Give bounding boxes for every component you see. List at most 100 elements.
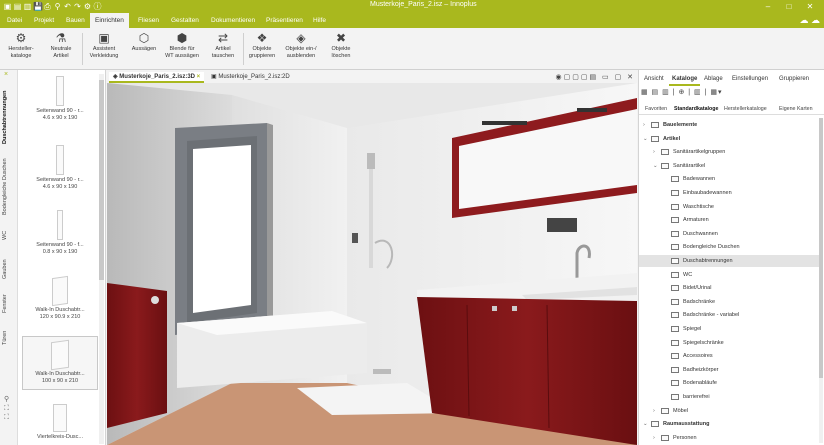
chevron-right-icon[interactable]: › (653, 432, 655, 444)
tree-item[interactable]: › Möbel (639, 405, 819, 417)
assistant-icon: ▣ (98, 31, 110, 45)
subtab-favoriten[interactable]: Favoriten (643, 103, 669, 115)
folder-icon (661, 149, 669, 156)
close-button[interactable]: ✕ (802, 0, 818, 13)
tab-ansicht[interactable]: Ansicht (641, 72, 667, 86)
tab-gruppieren[interactable]: Gruppieren (776, 72, 812, 86)
menu-tab-projekt[interactable]: Projekt (29, 13, 59, 28)
subtab-standardkataloge[interactable]: Standardkataloge (672, 103, 720, 115)
tree-item[interactable]: barrierefrei (639, 391, 819, 403)
redo-icon[interactable]: ↷ (73, 2, 82, 11)
catalog-item-selected[interactable]: Walk-In Duschabtr... 100 x 90 x 210 (22, 336, 98, 390)
manufacturer-catalog-icon: ⚙ (15, 31, 27, 45)
folder-icon (671, 394, 679, 400)
catalog-list-scrollbar[interactable] (99, 74, 104, 444)
menu-tab-bauen[interactable]: Bauen (61, 13, 90, 28)
maximize-button[interactable]: □ (781, 0, 797, 13)
tree-item[interactable]: Bidet/Urinal (639, 282, 819, 294)
show-hide-objects-button[interactable]: ◈ Objekte ein-/ ausblenden (282, 30, 320, 68)
tree-item[interactable]: Spiegelschränke (639, 337, 819, 349)
tree-item[interactable]: Duschabtrennungen (639, 255, 819, 267)
view-options-icon[interactable]: ◉▢▢▢▤ ▭ ▢ ✕ (556, 73, 636, 81)
assistant-panel-button[interactable]: ▣ Assistent Verkleidung (85, 30, 123, 68)
menu-tab-hilfe[interactable]: Hilfe (308, 13, 331, 28)
search-icon[interactable]: ⚲ (53, 2, 62, 11)
cloud-icon[interactable]: ☁ ☁ (799, 15, 820, 26)
subtab-eigene-karten[interactable]: Eigene Karten (777, 103, 815, 115)
vtab-tueren[interactable]: Türen (2, 326, 16, 350)
settings-icon[interactable]: ⚙ (83, 2, 92, 11)
chevron-right-icon[interactable]: › (643, 119, 645, 131)
cutout-button[interactable]: ⬡ Aussägen (125, 30, 163, 68)
tree-item[interactable]: Einbaubadewannen (639, 187, 819, 199)
vtab-duschabtrennungen[interactable]: Duschabtrennungen (2, 82, 16, 152)
chevron-down-icon[interactable]: ⌄ (653, 160, 658, 172)
tree-item[interactable]: Badewannen (639, 173, 819, 185)
tree-item[interactable]: Badheizkörper (639, 364, 819, 376)
doc-tab-3d[interactable]: ◈ Musterkoje_Paris_2.isz:3D × (109, 72, 205, 83)
tree-item[interactable]: Waschtische (639, 201, 819, 213)
minimize-button[interactable]: – (760, 0, 776, 13)
chevron-right-icon[interactable]: › (653, 405, 655, 417)
save-icon[interactable]: 💾 (33, 2, 43, 11)
menu-tab-datei[interactable]: Datei (2, 13, 27, 28)
tree-item[interactable]: ⌄ Artikel (639, 133, 819, 145)
menu-tab-fliesen[interactable]: Fliesen (133, 13, 164, 28)
tree-item[interactable]: ⌄ Raumausstattung (639, 418, 819, 430)
vtab-fenster[interactable]: Fenster (2, 289, 16, 319)
tree-item[interactable]: Badschränke (639, 296, 819, 308)
menu-tab-praesentieren[interactable]: Präsentieren (261, 13, 308, 28)
open-icon[interactable]: ▥ (23, 2, 32, 11)
neutral-articles-button[interactable]: ⚗ Neutrale Artikel (42, 30, 80, 68)
tree-item[interactable]: Armaturen (639, 214, 819, 226)
subtab-herstellerkataloge[interactable]: Herstellerkataloge (722, 103, 769, 115)
group-objects-button[interactable]: ❖ Objekte gruppieren (243, 30, 281, 68)
tab-ablage[interactable]: Ablage (701, 72, 726, 86)
tree-item[interactable]: WC (639, 269, 819, 281)
catalog-item[interactable]: Walk-In Duschabtr... 120 x 90.9 x 210 (22, 273, 98, 333)
tree-item[interactable]: Bodenabläufe (639, 377, 819, 389)
tree-item[interactable]: Bodengleiche Duschen (639, 241, 819, 253)
tree-item[interactable]: Accessoires (639, 350, 819, 362)
close-panel-icon[interactable]: × (4, 71, 8, 78)
manufacturer-catalogs-button[interactable]: ⚙ Hersteller- kataloge (2, 30, 40, 68)
catalog-tree-scrollbar[interactable] (819, 118, 823, 443)
chevron-down-icon[interactable]: ⌄ (643, 418, 648, 430)
menu-tab-gestalten[interactable]: Gestalten (166, 13, 204, 28)
panel-tools-icon[interactable]: ⚲ ⛶ ⛶ (4, 395, 9, 422)
tab-einstellungen[interactable]: Einstellungen (729, 72, 771, 86)
catalog-subtabs: Favoriten Standardkataloge Herstellerkat… (639, 103, 824, 115)
catalog-item[interactable]: Seitenwand 90 - f... 0.8 x 90 x 190 (22, 207, 98, 265)
tree-item[interactable]: › Personen (639, 432, 819, 444)
catalog-toolbar[interactable]: ▦ ▤ ▥ | ⊕ | ▥ | ▦▾ (641, 88, 722, 96)
app-logo-icon[interactable]: ▣ (3, 2, 12, 11)
tree-item[interactable]: Spiegel (639, 323, 819, 335)
print-icon[interactable]: ⎙ (43, 2, 52, 11)
cover-panel-button[interactable]: ⬢ Blende für WT aussägen (163, 30, 201, 68)
tab-kataloge[interactable]: Kataloge (669, 72, 701, 86)
tree-item[interactable]: Duschwannen (639, 228, 819, 240)
folder-icon (671, 271, 679, 278)
tree-item[interactable]: › Sanitärartikelgruppen (639, 146, 819, 158)
catalog-item[interactable]: Seitenwand 90 - r... 4.6 x 90 x 190 (22, 73, 98, 131)
chevron-down-icon[interactable]: ⌄ (643, 133, 648, 145)
tree-item[interactable]: › Bauelemente (639, 119, 819, 131)
vtab-gauben[interactable]: Gauben (2, 253, 16, 285)
3d-viewport[interactable] (107, 83, 637, 445)
menu-tab-einrichten[interactable]: Einrichten (90, 13, 129, 28)
info-icon[interactable]: ⓘ (93, 2, 102, 11)
tree-item[interactable]: Badschränke - variabel (639, 309, 819, 321)
undo-icon[interactable]: ↶ (63, 2, 72, 11)
tree-item[interactable]: ⌄ Sanitärartikel (639, 160, 819, 172)
close-tab-icon[interactable]: × (197, 74, 201, 80)
vtab-bodengleiche-duschen[interactable]: Bodengleiche Duschen (2, 152, 16, 222)
new-file-icon[interactable]: ▤ (13, 2, 22, 11)
catalog-item[interactable]: Viertelkreis-Dusc... (22, 402, 98, 444)
delete-objects-button[interactable]: ✖ Objekte löschen (322, 30, 360, 68)
catalog-item[interactable]: Seitenwand 90 - r... 4.6 x 90 x 190 (22, 142, 98, 200)
swap-article-button[interactable]: ⇄ Artikel tauschen (204, 30, 242, 68)
menu-tab-dokumentieren[interactable]: Dokumentieren (206, 13, 260, 28)
vtab-wc[interactable]: WC (2, 225, 16, 245)
chevron-right-icon[interactable]: › (653, 146, 655, 158)
doc-tab-2d[interactable]: ▣ Musterkoje_Paris_2.isz:2D (207, 72, 294, 83)
